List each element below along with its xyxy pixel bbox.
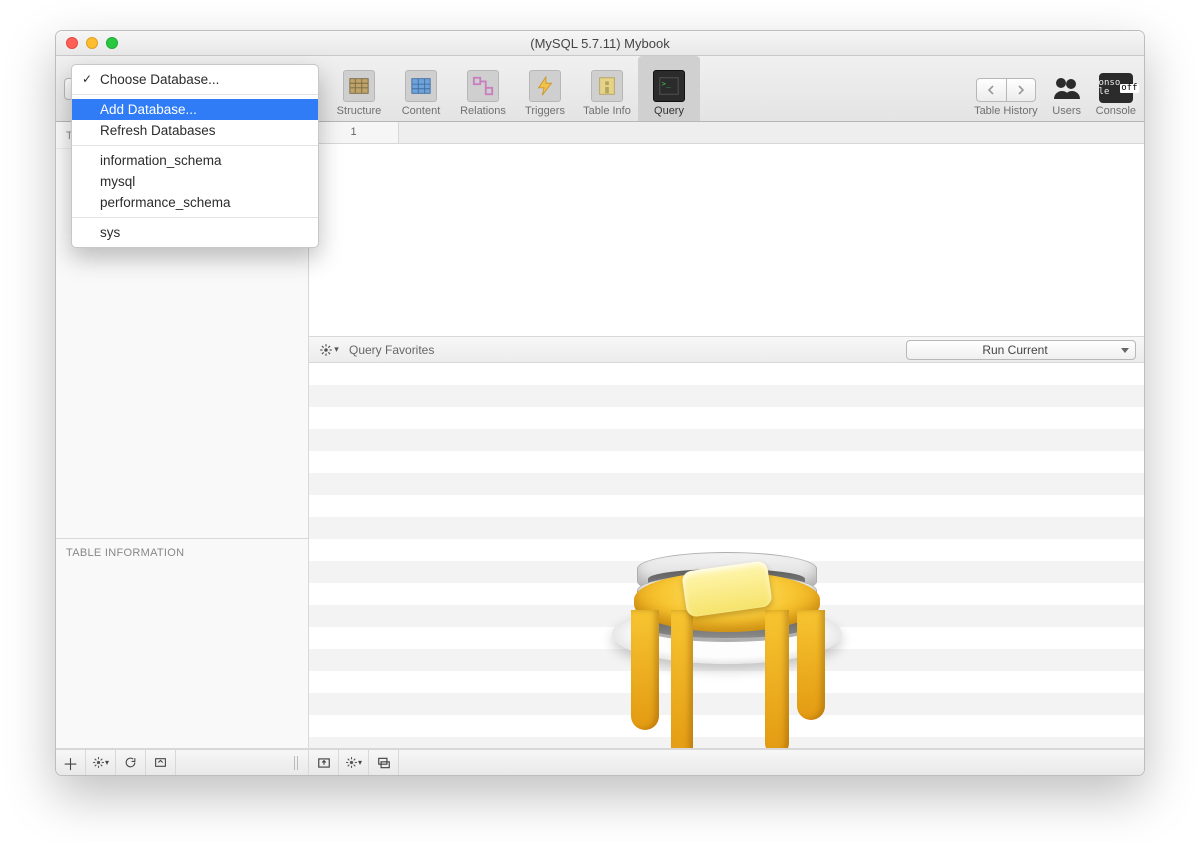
titlebar: (MySQL 5.7.11) Mybook	[56, 31, 1144, 56]
add-button[interactable]: ＋	[56, 750, 86, 775]
table-info-heading: TABLE INFORMATION	[56, 538, 308, 748]
export-button[interactable]	[309, 750, 339, 775]
gear-button[interactable]: ▾	[86, 750, 116, 775]
history-forward-button[interactable]	[1006, 78, 1036, 102]
relations-icon	[467, 70, 499, 102]
refresh-button[interactable]	[116, 750, 146, 775]
dropdown-db-item[interactable]: information_schema	[72, 150, 318, 171]
minimize-window-button[interactable]	[86, 37, 98, 49]
tab-table-info[interactable]: Table Info	[576, 56, 638, 121]
dropdown-separator	[72, 145, 318, 146]
main-area: 1 ▾ Query Favorites Run Current	[309, 122, 1144, 748]
tab-query[interactable]: >_ Query	[638, 56, 700, 121]
database-dropdown: Choose Database... Add Database... Refre…	[71, 64, 319, 248]
close-window-button[interactable]	[66, 37, 78, 49]
query-tabstrip: 1	[309, 122, 1144, 144]
structure-icon	[343, 70, 375, 102]
toolbar-right: Table History Users conso le off Console	[974, 56, 1136, 121]
zoom-window-button[interactable]	[106, 37, 118, 49]
dropdown-db-item[interactable]: mysql	[72, 171, 318, 192]
console-label: Console	[1096, 105, 1136, 117]
tab-label: Structure	[337, 105, 382, 117]
sequelpro-logo	[597, 382, 857, 682]
window-title: (MySQL 5.7.11) Mybook	[56, 36, 1144, 51]
users-icon	[1050, 73, 1084, 103]
toggle-panel-button[interactable]	[146, 750, 176, 775]
tab-triggers[interactable]: Triggers	[514, 56, 576, 121]
console-icon: conso le off	[1099, 73, 1133, 103]
console-button[interactable]: conso le off Console	[1096, 73, 1136, 117]
history-label: Table History	[974, 105, 1038, 117]
tab-label: Triggers	[525, 105, 565, 117]
traffic-lights	[66, 37, 118, 49]
sidebar-footer: ＋ ▾	[56, 750, 309, 775]
run-label: Run Current	[982, 343, 1047, 357]
history-back-button[interactable]	[976, 78, 1006, 102]
main-gear-button[interactable]: ▾	[339, 750, 369, 775]
sidebar-resize-grip[interactable]	[292, 750, 302, 775]
table-info-icon	[591, 70, 623, 102]
footer: ＋ ▾ ▾	[56, 749, 1144, 775]
tab-label: Content	[402, 105, 441, 117]
query-tab-1[interactable]: 1	[309, 122, 399, 143]
dropdown-separator	[72, 217, 318, 218]
run-current-button[interactable]: Run Current	[906, 340, 1136, 360]
dropdown-db-item[interactable]: performance_schema	[72, 192, 318, 213]
query-gear-button[interactable]: ▾	[317, 340, 341, 360]
tab-label: Query	[654, 105, 684, 117]
dropdown-add-database[interactable]: Add Database...	[72, 99, 318, 120]
svg-text:>_: >_	[662, 79, 671, 88]
dropdown-db-item[interactable]: sys	[72, 222, 318, 243]
app-window: (MySQL 5.7.11) Mybook Structure Content	[55, 30, 1145, 776]
query-editor[interactable]	[309, 144, 1144, 337]
dropdown-refresh[interactable]: Refresh Databases	[72, 120, 318, 141]
users-label: Users	[1052, 105, 1081, 117]
dropdown-title[interactable]: Choose Database...	[72, 69, 318, 90]
tab-relations[interactable]: Relations	[452, 56, 514, 121]
tab-content[interactable]: Content	[390, 56, 452, 121]
content-icon	[405, 70, 437, 102]
tab-label: Relations	[460, 105, 506, 117]
table-history-group: Table History	[974, 78, 1038, 117]
triggers-icon	[529, 70, 561, 102]
query-icon: >_	[653, 70, 685, 102]
query-favorites-label[interactable]: Query Favorites	[349, 343, 434, 357]
layout-button[interactable]	[369, 750, 399, 775]
results-pane	[309, 363, 1144, 748]
tab-structure[interactable]: Structure	[328, 56, 390, 121]
view-tabs: Structure Content Relations Triggers	[328, 56, 700, 121]
query-bar: ▾ Query Favorites Run Current	[309, 337, 1144, 363]
dropdown-separator	[72, 94, 318, 95]
main-footer: ▾	[309, 750, 1144, 775]
users-button[interactable]: Users	[1050, 73, 1084, 117]
tab-label: Table Info	[583, 105, 631, 117]
